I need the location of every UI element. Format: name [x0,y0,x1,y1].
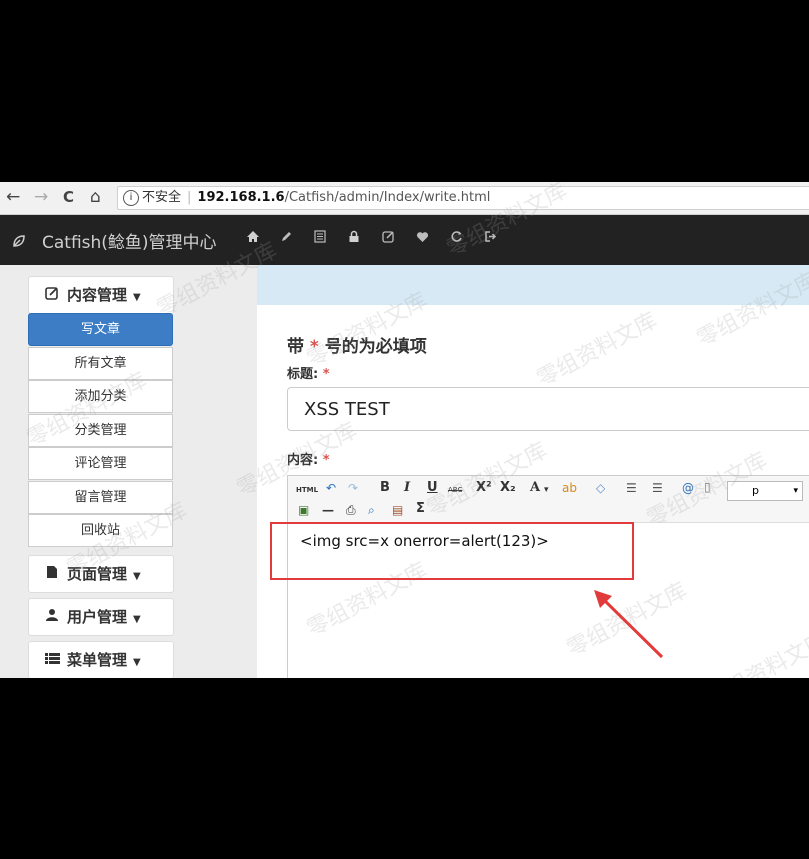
annotation-arrow-icon [594,590,664,659]
